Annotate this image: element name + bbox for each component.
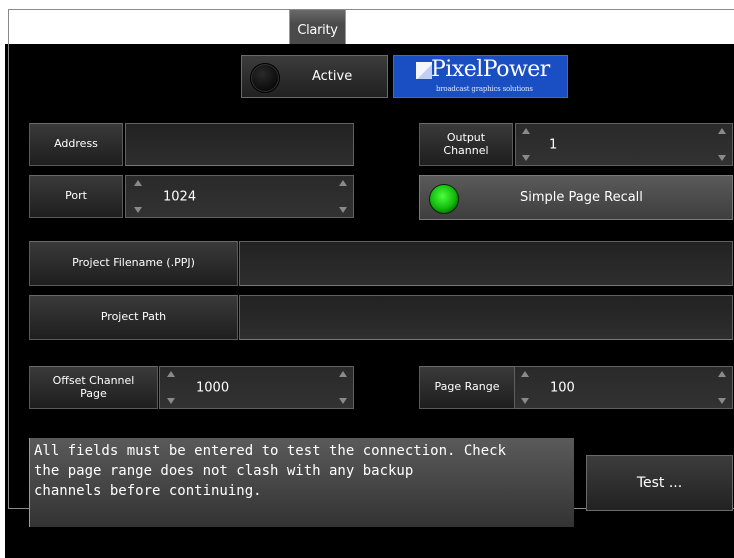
logo-tagline: broadcast graphics solutions xyxy=(436,85,533,93)
arrow-down-icon xyxy=(522,155,530,161)
arrow-down-icon xyxy=(134,207,142,213)
port-spin-left[interactable] xyxy=(133,180,143,213)
info-message-line: All fields must be entered to test the c… xyxy=(34,443,507,459)
arrow-up-icon xyxy=(522,128,530,134)
simple-page-recall-label: Simple Page Recall xyxy=(520,190,643,205)
arrow-up-icon xyxy=(718,371,726,377)
output-channel-stepper[interactable]: 1 xyxy=(515,123,733,166)
led-off-icon xyxy=(250,63,280,93)
project-path-label: Project Path xyxy=(29,295,238,340)
arrow-down-icon xyxy=(521,398,529,404)
offset-spin-left[interactable] xyxy=(166,371,176,404)
port-label: Port xyxy=(29,175,123,218)
offset-channel-page-label-line2: Page xyxy=(80,386,107,400)
offset-channel-page-value: 1000 xyxy=(196,380,230,395)
project-path-field[interactable] xyxy=(239,295,733,340)
tab-clarity[interactable]: Clarity xyxy=(289,9,346,45)
arrow-up-icon xyxy=(718,128,726,134)
page-range-spin-right[interactable] xyxy=(717,371,727,404)
info-message: All fields must be entered to test the c… xyxy=(29,438,574,527)
led-on-icon xyxy=(429,184,459,214)
logo-mark-icon xyxy=(416,62,432,79)
info-message-line: channels before continuing. xyxy=(34,483,262,499)
output-channel-value: 1 xyxy=(549,137,558,152)
arrow-up-icon xyxy=(521,371,529,377)
port-spin-right[interactable] xyxy=(338,180,348,213)
project-filename-field[interactable] xyxy=(239,241,733,286)
address-field[interactable] xyxy=(125,123,354,166)
pixelpower-logo: PixelPower broadcast graphics solutions xyxy=(393,55,568,98)
page-range-label-text: Page Range xyxy=(434,380,500,394)
offset-channel-page-label: Offset Channel Page xyxy=(29,366,158,409)
offset-channel-page-label-line1: Offset Channel xyxy=(52,373,135,387)
arrow-down-icon xyxy=(718,155,726,161)
output-channel-label-line1: Output xyxy=(446,130,486,144)
active-label: Active xyxy=(312,69,353,84)
page-range-spin-left[interactable] xyxy=(520,371,530,404)
page-range-label: Page Range xyxy=(419,366,515,409)
port-value: 1024 xyxy=(163,189,197,204)
arrow-down-icon xyxy=(339,207,347,213)
address-label: Address xyxy=(29,123,123,166)
output-channel-label-line2: Channel xyxy=(443,143,489,157)
output-channel-spin-right[interactable] xyxy=(717,128,727,161)
tab-label: Clarity xyxy=(297,23,338,38)
arrow-up-icon xyxy=(167,371,175,377)
arrow-down-icon xyxy=(339,398,347,404)
output-channel-label: Output Channel xyxy=(419,123,513,166)
offset-channel-page-stepper[interactable]: 1000 xyxy=(159,366,354,409)
active-toggle-button[interactable]: Active xyxy=(241,55,388,98)
project-filename-label-text: Project Filename (.PPJ) xyxy=(72,256,195,270)
offset-spin-right[interactable] xyxy=(338,371,348,404)
simple-page-recall-button[interactable]: Simple Page Recall xyxy=(419,175,733,220)
arrow-down-icon xyxy=(167,398,175,404)
page-range-value: 100 xyxy=(550,380,575,395)
arrow-down-icon xyxy=(718,398,726,404)
port-label-text: Port xyxy=(65,189,87,203)
info-message-line: the page range does not clash with any b… xyxy=(34,463,414,479)
address-label-text: Address xyxy=(54,137,98,151)
test-button-label: Test ... xyxy=(636,474,683,491)
arrow-up-icon xyxy=(134,180,142,186)
test-button[interactable]: Test ... xyxy=(586,455,733,511)
port-stepper[interactable]: 1024 xyxy=(125,175,354,218)
page-range-stepper[interactable]: 100 xyxy=(514,366,733,409)
project-filename-label: Project Filename (.PPJ) xyxy=(29,241,238,286)
project-path-label-text: Project Path xyxy=(100,310,167,324)
arrow-up-icon xyxy=(339,180,347,186)
arrow-up-icon xyxy=(339,371,347,377)
output-channel-spin-left[interactable] xyxy=(521,128,531,161)
logo-name: PixelPower xyxy=(431,57,550,82)
